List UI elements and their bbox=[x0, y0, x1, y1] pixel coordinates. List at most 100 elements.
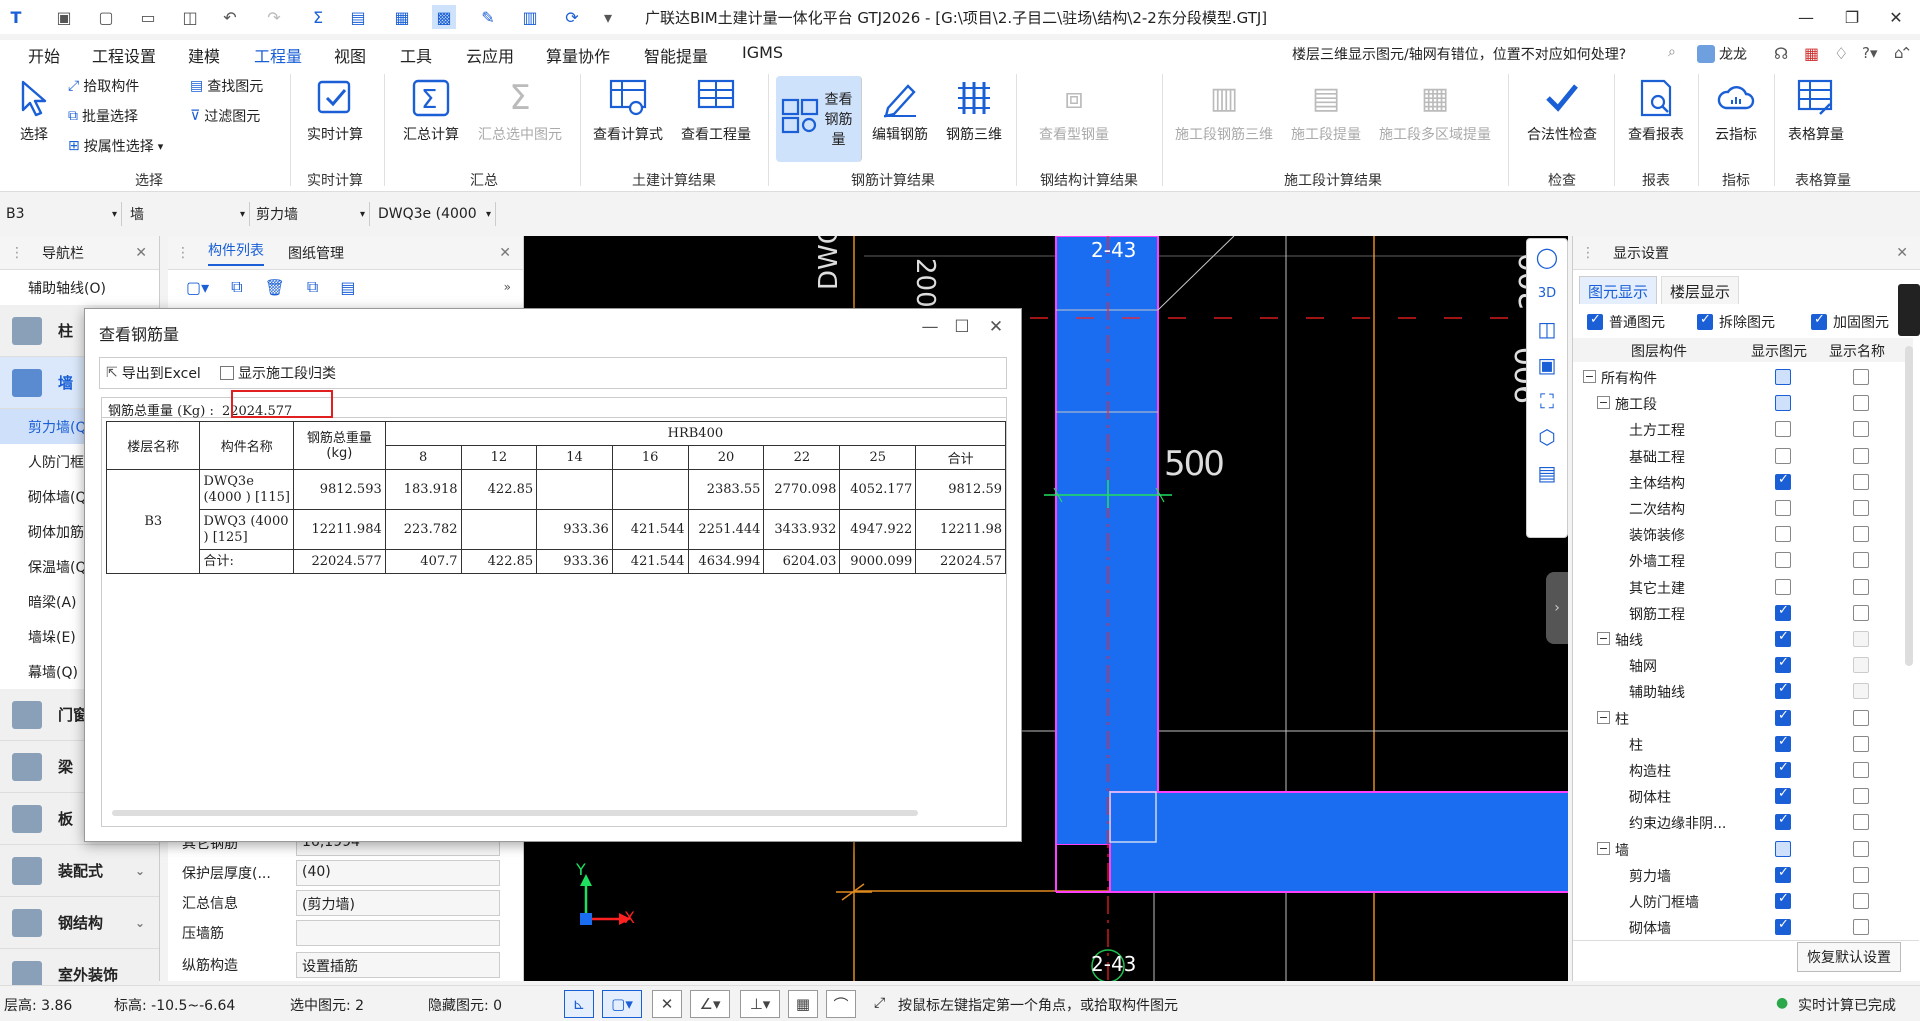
view-quantity-button[interactable]: 查看工程量 bbox=[674, 76, 758, 144]
show-name-checkbox[interactable] bbox=[1853, 421, 1869, 438]
layer-copy-icon[interactable]: ⧉ bbox=[307, 277, 318, 297]
tab-drawing-management[interactable]: 图纸管理 bbox=[288, 243, 344, 263]
box-select-3d-icon[interactable]: ⬡ bbox=[1527, 419, 1567, 455]
show-element-checkbox[interactable] bbox=[1775, 500, 1791, 516]
layer-row[interactable]: − 施工段 bbox=[1573, 390, 1913, 416]
show-name-checkbox[interactable] bbox=[1853, 552, 1869, 569]
layer-row[interactable]: − 轴线 bbox=[1573, 626, 1913, 652]
show-element-checkbox[interactable] bbox=[1775, 865, 1791, 883]
prop-value-summary-info[interactable]: (剪力墙) bbox=[296, 890, 500, 916]
show-element-checkbox[interactable] bbox=[1775, 891, 1791, 909]
tree-toggle-icon[interactable]: − bbox=[1597, 632, 1610, 645]
show-element-checkbox[interactable] bbox=[1775, 447, 1791, 464]
layer-row[interactable]: 构造柱 bbox=[1573, 757, 1913, 783]
dialog-close-button[interactable]: ✕ bbox=[983, 317, 1009, 341]
show-name-checkbox[interactable] bbox=[1853, 735, 1869, 752]
pin-icon[interactable]: ⋮ bbox=[176, 245, 190, 261]
show-element-checkbox[interactable] bbox=[1775, 760, 1791, 778]
close-icon[interactable]: ✕ bbox=[135, 245, 147, 261]
layer-row[interactable]: 柱 bbox=[1573, 731, 1913, 757]
ortho-mode-button[interactable]: ⊾ bbox=[564, 990, 594, 1018]
restore-defaults-button[interactable]: 恢复默认设置 bbox=[1797, 942, 1901, 972]
offset-snap-button[interactable]: ⊥▾ bbox=[740, 990, 780, 1018]
prop-value-press-rebar[interactable] bbox=[296, 920, 500, 946]
view-quantity-icon[interactable]: ▦ bbox=[390, 5, 414, 29]
pin-icon[interactable]: ⋮ bbox=[1581, 245, 1595, 261]
import-icon[interactable]: ▤ bbox=[340, 278, 355, 297]
show-element-checkbox[interactable] bbox=[1775, 629, 1791, 647]
layer-row[interactable]: 外墙工程 bbox=[1573, 547, 1913, 573]
help-icon[interactable]: ?▾ bbox=[1862, 44, 1878, 62]
cube-view-icon[interactable]: ◫ bbox=[1527, 311, 1567, 347]
calculator-icon[interactable]: ▦ bbox=[1804, 44, 1819, 63]
show-element-checkbox[interactable] bbox=[1775, 472, 1791, 490]
legality-check-button[interactable]: 合法性检查 bbox=[1516, 76, 1608, 144]
floor-select[interactable]: B3 ▾ bbox=[2, 202, 122, 226]
select-button[interactable]: 选择 bbox=[8, 76, 60, 144]
show-element-checkbox[interactable] bbox=[1775, 917, 1791, 936]
horizontal-scrollbar[interactable] bbox=[112, 810, 918, 816]
export-excel-button[interactable]: ⇱ 导出到Excel bbox=[106, 363, 201, 383]
view-rebar-icon[interactable]: ▩ bbox=[432, 5, 456, 29]
headset-icon[interactable]: ☊ bbox=[1774, 44, 1788, 63]
select-by-property-button[interactable]: ⊞ 按属性选择 ▾ bbox=[68, 136, 163, 156]
minimize-button[interactable]: — bbox=[1786, 3, 1826, 31]
angle-snap-button[interactable]: ∠▾ bbox=[690, 990, 730, 1018]
sum-calc-icon[interactable]: Σ bbox=[306, 5, 330, 29]
table-row[interactable]: DWQ3 (4000 ) [125] 12211.984 223.782 933.36… bbox=[107, 509, 1006, 550]
show-name-checkbox[interactable] bbox=[1853, 657, 1869, 674]
delete-icon[interactable]: 🗑 bbox=[265, 278, 285, 297]
tree-toggle-icon[interactable]: − bbox=[1583, 370, 1596, 383]
menu-view[interactable]: 视图 bbox=[334, 43, 366, 67]
show-name-checkbox[interactable] bbox=[1853, 395, 1869, 412]
stage-rebar-3d-button[interactable]: ▥ 施工段钢筋三维 bbox=[1168, 76, 1280, 144]
vip-icon[interactable]: ♢ bbox=[1834, 44, 1848, 63]
show-name-checkbox[interactable] bbox=[1853, 604, 1869, 621]
show-name-checkbox[interactable] bbox=[1853, 500, 1869, 516]
user-account[interactable]: 龙龙 bbox=[1697, 44, 1747, 64]
tab-element-display[interactable]: 图元显示 bbox=[1579, 276, 1658, 304]
show-element-checkbox[interactable] bbox=[1775, 708, 1791, 726]
show-name-checkbox[interactable] bbox=[1853, 762, 1869, 778]
summary-selected-button[interactable]: Σ 汇总选中图元 bbox=[472, 76, 568, 144]
table-row[interactable]: 合计: 22024.577 407.7 422.85 933.36 421.544 4634… bbox=[107, 549, 1006, 574]
menu-modeling[interactable]: 建模 bbox=[188, 43, 220, 67]
show-stage-checkbox[interactable]: 显示施工段归类 bbox=[220, 363, 336, 383]
show-element-checkbox[interactable] bbox=[1775, 395, 1791, 412]
layer-row[interactable]: 约束边缘非阴... bbox=[1573, 809, 1913, 835]
layer-row[interactable]: − 柱 bbox=[1573, 705, 1913, 731]
show-element-checkbox[interactable] bbox=[1775, 734, 1791, 752]
stage-takeoff-button[interactable]: ▤ 施工段提量 bbox=[1286, 76, 1366, 144]
realtime-calc-button[interactable]: 实时计算 bbox=[298, 76, 372, 144]
show-element-checkbox[interactable] bbox=[1775, 681, 1791, 700]
new-project-icon[interactable]: ▣ bbox=[52, 5, 76, 29]
view-3d-icon[interactable]: 3D bbox=[1527, 275, 1567, 311]
nav-group-steel[interactable]: 钢结构 ⌄ bbox=[0, 897, 159, 949]
menu-cloud[interactable]: 云应用 bbox=[466, 43, 514, 67]
filter-element-button[interactable]: ⊽ 过滤图元 bbox=[190, 106, 260, 126]
menu-tools[interactable]: 工具 bbox=[400, 43, 432, 67]
new-component-icon[interactable]: ▢▾ bbox=[186, 278, 209, 297]
tab-component-list[interactable]: 构件列表 bbox=[208, 240, 264, 266]
pick-component-button[interactable]: ⤢ 拾取构件 bbox=[68, 76, 139, 96]
show-name-checkbox[interactable] bbox=[1853, 369, 1869, 385]
undo-icon[interactable]: ↶ bbox=[218, 5, 242, 29]
view-formula-icon[interactable]: ▤ bbox=[346, 5, 370, 29]
layer-row[interactable]: − 墙 bbox=[1573, 836, 1913, 862]
layer-row[interactable]: − 所有构件 bbox=[1573, 364, 1913, 390]
checkbox-reinforce-elements[interactable]: 加固图元 bbox=[1811, 312, 1889, 332]
layer-row[interactable]: 砌体墙 bbox=[1573, 914, 1913, 940]
layer-row[interactable]: 砌体柱 bbox=[1573, 783, 1913, 809]
layer-row[interactable]: 辅助轴线 bbox=[1573, 678, 1913, 704]
batch-select-button[interactable]: ⧉ 批量选择 bbox=[68, 106, 138, 126]
cloud-index-button[interactable]: 云指标 bbox=[1704, 76, 1768, 144]
show-name-checkbox[interactable] bbox=[1853, 683, 1869, 700]
dialog-minimize-button[interactable]: — bbox=[917, 317, 943, 341]
show-name-checkbox[interactable] bbox=[1853, 631, 1869, 647]
close-icon[interactable]: ✕ bbox=[1896, 245, 1908, 261]
tree-toggle-icon[interactable]: − bbox=[1597, 841, 1610, 855]
component-subtype-select[interactable]: 剪力墙 ▾ bbox=[252, 202, 370, 226]
save-icon[interactable]: ◫ bbox=[178, 5, 202, 29]
layer-row[interactable]: 其它土建 bbox=[1573, 574, 1913, 600]
prop-value-cover[interactable]: (40) bbox=[296, 860, 500, 886]
